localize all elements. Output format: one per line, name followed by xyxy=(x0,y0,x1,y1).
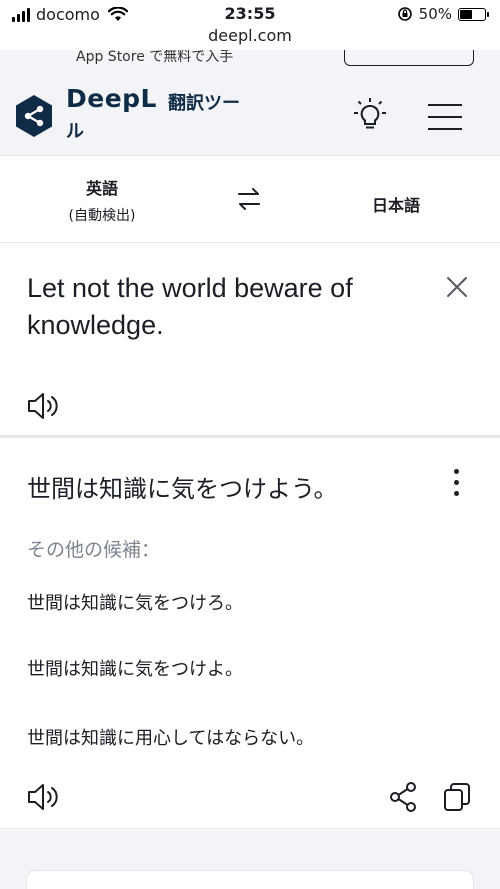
source-language-detect: (自動検出) xyxy=(68,208,136,224)
speaker-icon[interactable] xyxy=(26,781,62,813)
brand-subtitle: 翻訳ツール xyxy=(66,93,240,142)
battery-icon xyxy=(458,7,489,21)
speaker-icon[interactable] xyxy=(26,390,62,422)
app-store-banner: App Store で無料で入手 xyxy=(0,50,500,74)
copy-icon[interactable] xyxy=(442,781,472,813)
alternative-item[interactable]: 世間は知識に気をつけろ。 xyxy=(27,589,243,615)
deepl-logo-icon[interactable] xyxy=(14,94,54,138)
share-icon[interactable] xyxy=(388,781,418,813)
alternative-item[interactable]: 世間は知識に用心してはならない。 xyxy=(27,724,314,750)
language-bar: 英語 (自動検出) 日本語 xyxy=(0,157,500,243)
source-language-button[interactable]: 英語 xyxy=(52,175,152,199)
target-panel: 世間は知識に気をつけよう。 その他の候補： 世間は知識に気をつけろ。 世間は知識… xyxy=(0,441,500,829)
bottom-area xyxy=(0,830,500,889)
lightbulb-icon[interactable] xyxy=(352,96,388,134)
alternative-item[interactable]: 世間は知識に気をつけよ。 xyxy=(27,655,243,681)
app-store-button[interactable] xyxy=(344,50,474,66)
battery-percent: 50% xyxy=(418,5,452,23)
alternatives-heading: その他の候補： xyxy=(27,539,161,561)
status-right: 50% xyxy=(397,5,489,23)
header: DeepL 翻訳ツール xyxy=(0,74,500,156)
source-text-input[interactable]: Let not the world beware of knowledge. xyxy=(27,270,427,344)
orientation-lock-icon xyxy=(397,7,412,21)
target-language-button[interactable]: 日本語 xyxy=(346,192,446,216)
url-label[interactable]: deepl.com xyxy=(0,26,500,45)
bottom-card xyxy=(26,870,474,889)
app-store-text: App Store で無料で入手 xyxy=(76,50,234,65)
status-bar: docomo 23:55 50% deepl.com xyxy=(0,0,500,45)
translation-result[interactable]: 世間は知識に気をつけよう。 xyxy=(27,469,338,504)
source-panel: Let not the world beware of knowledge. xyxy=(0,244,500,438)
swap-languages-icon[interactable] xyxy=(234,185,264,213)
more-options-icon[interactable] xyxy=(446,465,468,501)
battery-fill xyxy=(460,9,472,19)
menu-icon[interactable] xyxy=(428,104,462,130)
clear-icon[interactable] xyxy=(444,274,470,300)
